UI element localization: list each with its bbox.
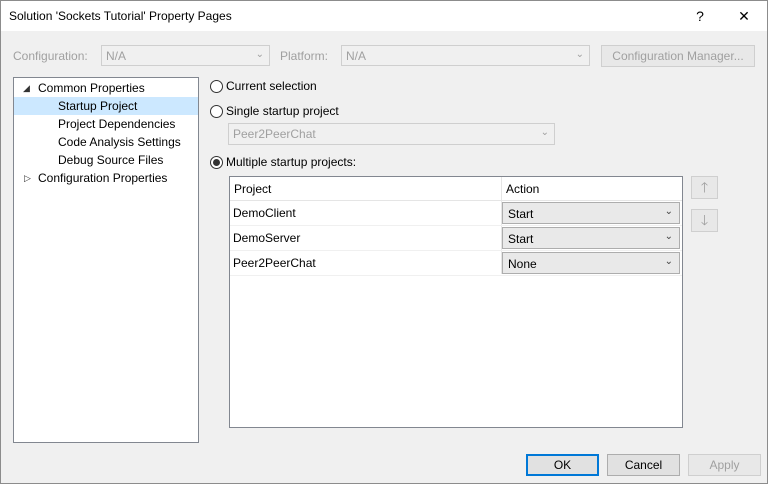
radio-selected-dot [213,159,220,166]
table-row[interactable]: DemoClient Start ⌄ [230,201,682,226]
single-startup-value: Peer2PeerChat [233,127,316,141]
column-header-action[interactable]: Action [506,177,539,201]
chevron-down-icon: ⌄ [664,256,673,267]
apply-button[interactable]: Apply [688,454,761,476]
action-dropdown[interactable]: None ⌄ [502,252,680,274]
tree-item-code-analysis-settings[interactable]: Code Analysis Settings [58,133,181,151]
property-tree: ◢ Common Properties Startup Project Proj… [13,77,199,443]
startup-projects-grid: Project Action DemoClient Start ⌄ DemoSe… [229,176,683,428]
chevron-down-icon: ⌄ [664,206,673,217]
platform-combo[interactable]: N/A ⌄ [341,45,590,66]
property-pages-dialog: Solution 'Sockets Tutorial' Property Pag… [0,0,768,484]
project-name: Peer2PeerChat [233,256,316,270]
column-header-project[interactable]: Project [234,177,271,201]
title-bar: Solution 'Sockets Tutorial' Property Pag… [1,1,767,31]
expand-triangle-icon[interactable]: ▷ [24,173,31,184]
current-selection-radio[interactable] [210,80,223,93]
single-startup-combo[interactable]: Peer2PeerChat ⌄ [228,123,555,145]
close-icon: ✕ [738,8,750,24]
table-row[interactable]: DemoServer Start ⌄ [230,226,682,251]
arrow-up-icon: 🡑 [700,179,709,195]
configuration-value: N/A [106,49,127,63]
multiple-startup-label[interactable]: Multiple startup projects: [226,155,356,169]
tree-item-common-properties[interactable]: Common Properties [38,79,188,97]
move-up-button[interactable]: 🡑 [691,176,718,199]
cancel-button[interactable]: Cancel [607,454,680,476]
project-name: DemoServer [233,231,301,245]
grid-header: Project Action [230,177,682,201]
collapse-triangle-icon[interactable]: ◢ [23,83,30,94]
move-down-button[interactable]: 🡓 [691,209,718,232]
close-button[interactable]: ✕ [725,1,763,31]
action-dropdown[interactable]: Start ⌄ [502,202,680,224]
multiple-startup-radio[interactable] [210,156,223,169]
action-dropdown[interactable]: Start ⌄ [502,227,680,249]
chevron-down-icon: ⌄ [255,49,264,60]
chevron-down-icon: ⌄ [575,49,584,60]
help-button[interactable]: ? [681,1,719,31]
tree-item-debug-source-files[interactable]: Debug Source Files [58,151,163,169]
help-icon: ? [696,8,704,24]
table-row[interactable]: Peer2PeerChat None ⌄ [230,251,682,276]
current-selection-label[interactable]: Current selection [226,79,317,93]
platform-label: Platform: [280,49,329,63]
configuration-manager-button[interactable]: Configuration Manager... [601,45,755,67]
single-startup-radio[interactable] [210,105,223,118]
platform-value: N/A [346,49,367,63]
window-title: Solution 'Sockets Tutorial' Property Pag… [9,9,232,23]
project-name: DemoClient [233,206,296,220]
single-startup-label[interactable]: Single startup project [226,104,339,118]
ok-button[interactable]: OK [526,454,599,476]
configuration-label: Configuration: [13,49,88,63]
chevron-down-icon: ⌄ [664,231,673,242]
chevron-down-icon: ⌄ [540,127,549,138]
tree-item-project-dependencies[interactable]: Project Dependencies [58,115,175,133]
arrow-down-icon: 🡓 [700,212,709,228]
tree-item-startup-project[interactable]: Startup Project [14,97,198,115]
configuration-combo[interactable]: N/A ⌄ [101,45,270,66]
tree-item-configuration-properties[interactable]: Configuration Properties [38,169,167,187]
